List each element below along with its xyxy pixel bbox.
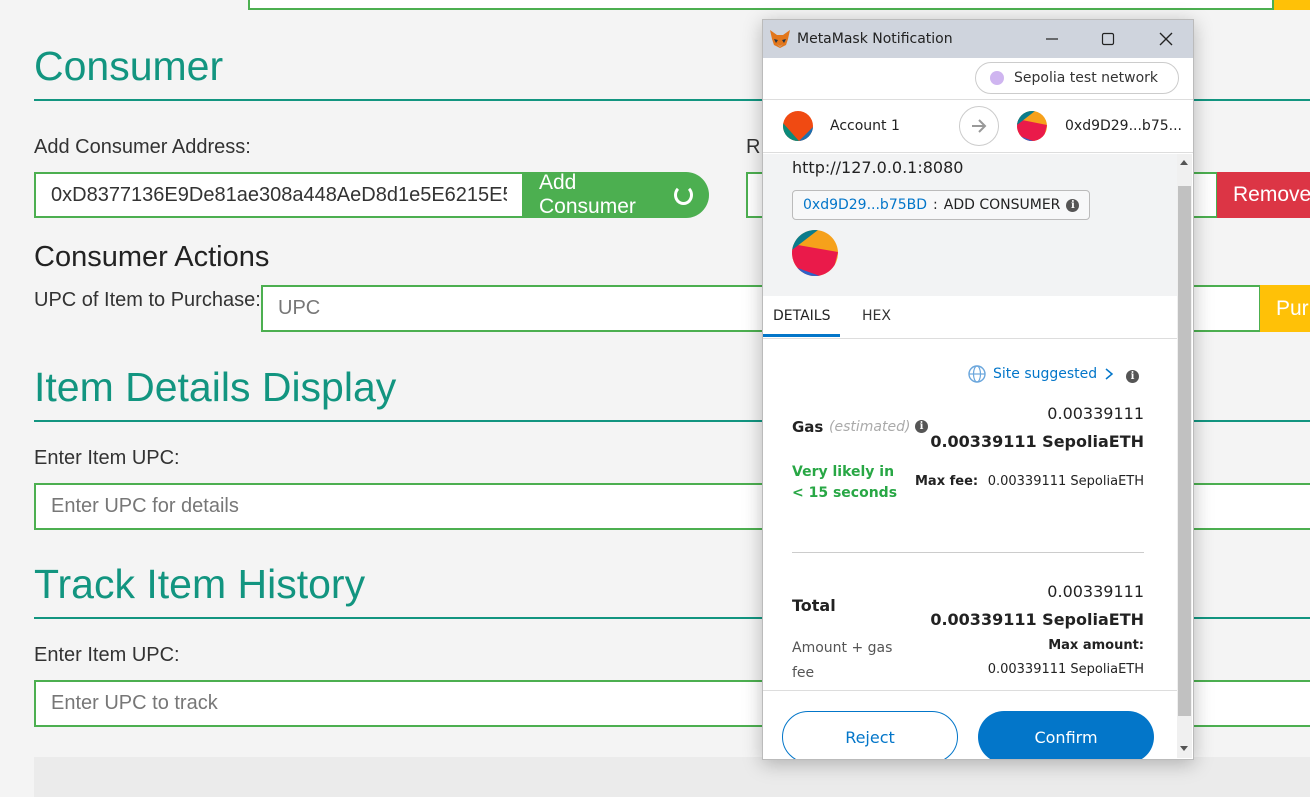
total-label: Total xyxy=(792,596,836,615)
site-suggested-text: Site suggested xyxy=(993,366,1098,382)
contract-address-link[interactable]: 0xd9D29...b75BD xyxy=(803,197,927,213)
metamask-popup: MetaMask Notification Sepolia test netwo… xyxy=(762,19,1194,760)
chevron-right-icon xyxy=(1105,368,1114,380)
network-name: Sepolia test network xyxy=(1014,70,1158,86)
tab-hex[interactable]: HEX xyxy=(862,308,891,324)
to-account-avatar xyxy=(1017,111,1047,141)
maximize-icon xyxy=(1101,32,1115,46)
scrollbar[interactable] xyxy=(1177,154,1192,758)
consumer-heading: Consumer xyxy=(34,43,224,89)
scroll-thumb[interactable] xyxy=(1178,186,1191,716)
track-item-label: Enter Item UPC: xyxy=(34,644,180,666)
scroll-down-icon[interactable] xyxy=(1180,746,1188,751)
max-fee-value: 0.00339111 SepoliaETH xyxy=(987,474,1144,489)
globe-icon xyxy=(968,365,986,383)
confirm-button[interactable]: Confirm xyxy=(978,711,1154,759)
site-suggested-link[interactable]: Site suggested xyxy=(967,364,1115,384)
transfer-arrow xyxy=(959,106,999,146)
max-amount-value: 0.00339111 SepoliaETH xyxy=(987,662,1144,677)
close-button[interactable] xyxy=(1137,20,1193,58)
tab-details[interactable]: DETAILS xyxy=(773,308,830,324)
window-titlebar: MetaMask Notification xyxy=(763,20,1193,58)
close-icon xyxy=(1159,32,1173,46)
item-details-label: Enter Item UPC: xyxy=(34,447,180,469)
info-icon[interactable]: i xyxy=(1126,370,1139,383)
remove-consumer-button[interactable]: Remove xyxy=(1217,172,1310,218)
results-panel xyxy=(34,757,1310,797)
window-title: MetaMask Notification xyxy=(797,31,953,47)
origin-section: http://127.0.0.1:8080 0xd9D29...b75BD : … xyxy=(763,154,1177,296)
method-name: ADD CONSUMER xyxy=(943,197,1061,213)
gas-value-eth: 0.00339111 SepoliaETH xyxy=(930,432,1144,451)
network-dot-icon xyxy=(990,71,1005,85)
total-value: 0.00339111 xyxy=(1047,582,1144,601)
gas-estimated-label: (estimated) xyxy=(829,419,911,435)
minimize-button[interactable] xyxy=(1023,20,1081,58)
add-consumer-button[interactable]: Add Consumer xyxy=(523,171,709,218)
info-icon[interactable]: i xyxy=(1066,198,1080,212)
from-account-avatar xyxy=(783,111,813,141)
scroll-up-icon[interactable] xyxy=(1180,160,1188,165)
max-amount-label: Max amount: xyxy=(1048,638,1144,653)
total-value-eth: 0.00339111 SepoliaETH xyxy=(930,610,1144,629)
consumer-actions-heading: Consumer Actions xyxy=(34,241,270,273)
reject-button[interactable]: Reject xyxy=(782,711,958,759)
origin-url: http://127.0.0.1:8080 xyxy=(792,158,964,177)
identicon-icon xyxy=(783,111,813,141)
network-row: Sepolia test network xyxy=(763,58,1193,100)
action-footer: Reject Confirm xyxy=(763,690,1177,759)
upc-purchase-label: UPC of Item to Purchase: xyxy=(34,289,261,311)
network-selector[interactable]: Sepolia test network xyxy=(975,62,1179,94)
track-history-heading: Track Item History xyxy=(34,561,366,607)
gas-label: Gas xyxy=(792,418,824,436)
purchase-button[interactable]: Pur xyxy=(1260,285,1310,332)
metamask-fox-icon xyxy=(770,30,790,48)
remove-consumer-label: R xyxy=(746,136,761,158)
likely-time: Very likely in < 15 seconds xyxy=(792,464,898,501)
item-details-heading: Item Details Display xyxy=(34,364,397,410)
transaction-content[interactable]: http://127.0.0.1:8080 0xd9D29...b75BD : … xyxy=(763,154,1177,690)
tab-bar: DETAILS HEX xyxy=(763,296,1177,339)
minimize-icon xyxy=(1046,38,1058,40)
to-account-address: 0xd9D29...b75... xyxy=(1065,118,1182,134)
maximize-button[interactable] xyxy=(1079,20,1137,58)
gas-value: 0.00339111 xyxy=(1047,404,1144,423)
arrow-right-icon xyxy=(972,119,987,133)
consumer-address-input[interactable] xyxy=(34,172,524,218)
identicon-icon xyxy=(792,230,838,276)
add-consumer-label: Add Consumer Address: xyxy=(34,136,251,158)
loading-spinner-icon xyxy=(673,185,693,205)
amount-gas-fee-label: Amount + gas fee xyxy=(792,640,893,681)
divider xyxy=(792,552,1144,553)
identicon-icon xyxy=(1017,111,1047,141)
method-separator: : xyxy=(933,197,938,213)
from-account-name: Account 1 xyxy=(830,118,900,134)
account-row: Account 1 0xd9D29...b75... xyxy=(763,100,1193,153)
add-consumer-label-text: Add Consumer xyxy=(539,171,636,218)
top-input-remnant[interactable] xyxy=(248,0,1274,10)
active-tab-indicator xyxy=(763,334,840,337)
method-pill: 0xd9D29...b75BD : ADD CONSUMER i xyxy=(792,190,1091,220)
top-button-remnant[interactable] xyxy=(1274,0,1310,10)
contract-avatar xyxy=(792,230,838,276)
